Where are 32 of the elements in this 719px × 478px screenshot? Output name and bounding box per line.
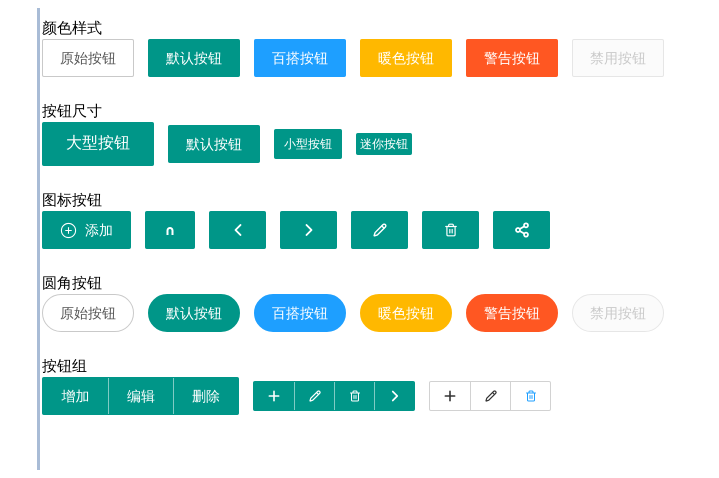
button[interactable]: 默认按钮	[168, 125, 260, 163]
group-button[interactable]: 增加	[43, 378, 108, 414]
pencil-icon	[372, 223, 386, 237]
button[interactable]: 默认按钮	[148, 294, 240, 332]
pencil-icon	[484, 390, 496, 402]
section-title: 按钮组	[42, 358, 88, 376]
button[interactable]: 原始按钮	[42, 294, 134, 332]
button[interactable]: 百搭按钮	[254, 39, 346, 77]
button[interactable]: 警告按钮	[466, 294, 558, 332]
group-button[interactable]: 删除	[173, 378, 238, 414]
button[interactable]: 大型按钮	[42, 122, 154, 166]
button[interactable]: 迷你按钮	[356, 133, 412, 155]
section-title: 按钮尺寸	[42, 103, 103, 121]
share-icon	[514, 222, 530, 238]
add-button[interactable]: 添加	[42, 211, 131, 249]
pencil-icon	[308, 390, 320, 402]
arch-icon	[166, 226, 174, 234]
group-button[interactable]: 编辑	[108, 378, 173, 414]
button[interactable]: 小型按钮	[274, 129, 342, 159]
trash-icon	[444, 223, 458, 237]
plus-icon	[442, 388, 458, 404]
plus-icon	[266, 388, 282, 404]
button[interactable]: 百搭按钮	[254, 294, 346, 332]
button[interactable]: 原始按钮	[42, 39, 134, 77]
trash-icon	[524, 390, 536, 402]
section-title: 圆角按钮	[42, 275, 103, 293]
button[interactable]: 默认按钮	[148, 39, 240, 77]
button[interactable]: 警告按钮	[466, 39, 558, 77]
trash-icon	[348, 390, 360, 402]
plus-circle-icon	[60, 222, 77, 238]
section-title: 图标按钮	[42, 192, 103, 210]
section-title: 颜色样式	[42, 20, 103, 38]
